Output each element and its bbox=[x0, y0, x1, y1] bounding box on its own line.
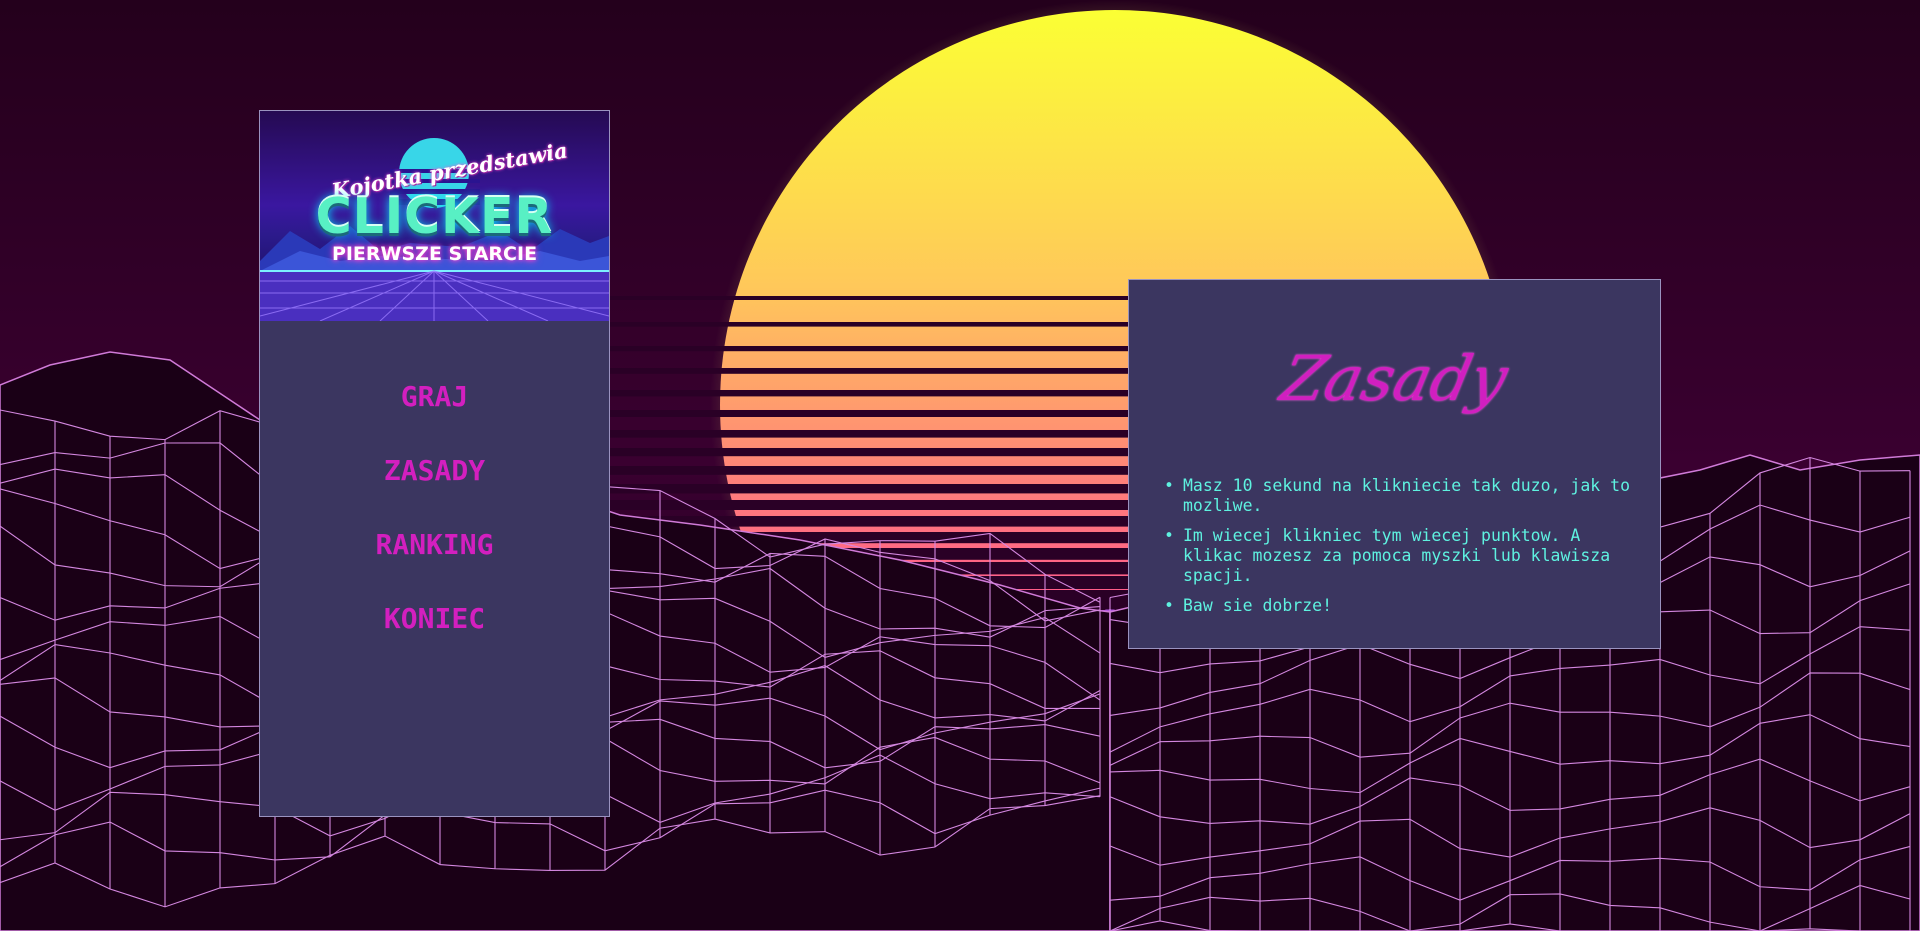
game-screen: Kojotka przedstawia CLICKER PIERWSZE STA… bbox=[0, 0, 1920, 931]
game-logo-banner: Kojotka przedstawia CLICKER PIERWSZE STA… bbox=[260, 111, 609, 321]
rule-text: Im wiecej klikniec tym wiecej punktow. A… bbox=[1183, 526, 1611, 585]
rules-panel: Zasady • Masz 10 sekund na klikniecie tak… bbox=[1128, 279, 1661, 649]
menu-item-zasady[interactable]: ZASADY bbox=[260, 434, 609, 508]
menu-item-ranking[interactable]: RANKING bbox=[260, 508, 609, 582]
menu-panel: Kojotka przedstawia CLICKER PIERWSZE STA… bbox=[259, 110, 610, 817]
rule-item: • Baw sie dobrze! bbox=[1164, 596, 1643, 616]
main-menu: GRAJ ZASADY RANKING KONIEC bbox=[260, 331, 609, 656]
menu-item-graj[interactable]: GRAJ bbox=[260, 360, 609, 434]
bullet-icon: • bbox=[1164, 476, 1174, 495]
rule-text: Baw sie dobrze! bbox=[1183, 596, 1333, 615]
rule-item: • Masz 10 sekund na klikniecie tak duzo, … bbox=[1164, 476, 1643, 516]
bullet-icon: • bbox=[1164, 596, 1174, 615]
game-title: CLICKER bbox=[315, 188, 554, 245]
bullet-icon: • bbox=[1164, 526, 1174, 545]
rule-item: • Im wiecej klikniec tym wiecej punktow. … bbox=[1164, 526, 1643, 586]
menu-item-koniec[interactable]: KONIEC bbox=[260, 582, 609, 656]
rules-list: • Masz 10 sekund na klikniecie tak duzo, … bbox=[1164, 476, 1643, 626]
rules-title: Zasady bbox=[1274, 342, 1515, 415]
game-subtitle: PIERWSZE STARCIE bbox=[331, 243, 538, 265]
rule-text: Masz 10 sekund na klikniecie tak duzo, j… bbox=[1183, 476, 1631, 515]
